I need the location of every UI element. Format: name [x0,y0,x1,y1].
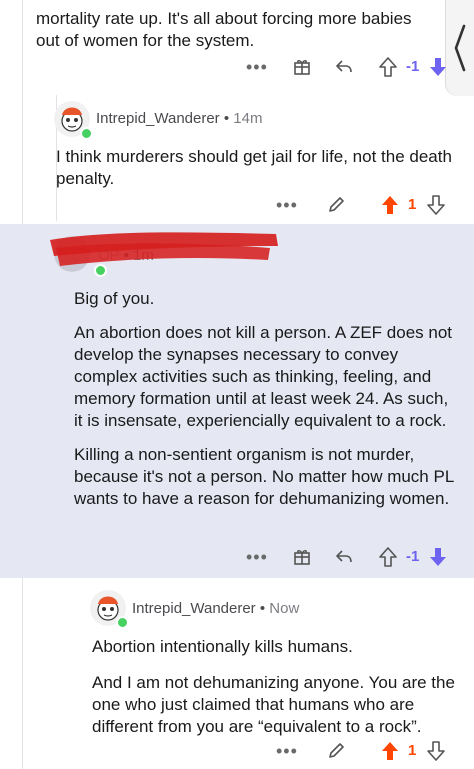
more-options-icon[interactable]: ••• [276,741,298,762]
reply-share-icon[interactable] [334,547,354,567]
comment-body: mortality rate up. It's all about forcin… [36,8,436,52]
comment-meta: Intrepid_Wanderer • Now [132,600,299,617]
timestamp: 14m [233,110,263,127]
comment-body: I think murderers should get jail for li… [56,146,456,190]
edit-icon[interactable] [326,741,346,761]
comment-paragraph: Killing a non-sentient organism is not m… [74,445,454,508]
vote-score: -1 [406,548,420,565]
comment-body: Big of you. An abortion does not kill a … [74,288,460,510]
redaction-mark [50,232,278,266]
online-indicator [116,616,129,629]
vote-score: -1 [406,58,420,75]
downvote-icon[interactable] [426,194,446,216]
vote-score: 1 [408,742,417,759]
comment-actions: ••• -1 [246,544,456,570]
comment-text: mortality rate up. It's all about forcin… [36,9,412,50]
username[interactable]: Intrepid_Wanderer [132,600,256,617]
comment-body: Abortion intentionally kills humans. And… [92,636,464,738]
upvote-icon[interactable] [378,56,398,78]
more-options-icon[interactable]: ••• [246,547,268,568]
upvote-icon[interactable] [378,546,398,568]
more-options-icon[interactable]: ••• [246,57,268,78]
downvote-icon[interactable] [428,546,448,568]
reply-share-icon[interactable] [334,57,354,77]
upvote-icon[interactable] [380,194,400,216]
thread-line [22,578,23,769]
separator-dot: • [259,600,270,617]
timestamp: Now [269,600,300,617]
comment-meta: Intrepid_Wanderer • 14m [96,110,262,127]
online-indicator [80,127,93,140]
award-icon[interactable] [292,547,312,567]
edit-icon[interactable] [326,195,346,215]
vote-score: 1 [408,196,417,213]
back-chevron-icon[interactable] [446,0,474,96]
comment-paragraph: Abortion intentionally kills humans. [92,637,353,656]
upvote-icon[interactable] [380,740,400,762]
downvote-icon[interactable] [428,56,448,78]
downvote-icon[interactable] [426,740,446,762]
comment-actions: ••• 1 [276,192,456,218]
comment-paragraph: Big of you. [74,289,155,308]
side-back-tab[interactable] [445,0,474,96]
comment-text: I think murderers should get jail for li… [56,147,452,188]
comment-actions: ••• -1 [246,54,456,80]
more-options-icon[interactable]: ••• [276,195,298,216]
separator-dot: • [223,110,234,127]
comment-actions: ••• 1 [276,738,456,764]
comment-paragraph: An abortion does not kill a person. A ZE… [74,323,453,430]
award-icon[interactable] [292,57,312,77]
thread-line [22,0,23,224]
username[interactable]: Intrepid_Wanderer [96,110,220,127]
comment-paragraph: And I am not dehumanizing anyone. You ar… [92,673,455,736]
